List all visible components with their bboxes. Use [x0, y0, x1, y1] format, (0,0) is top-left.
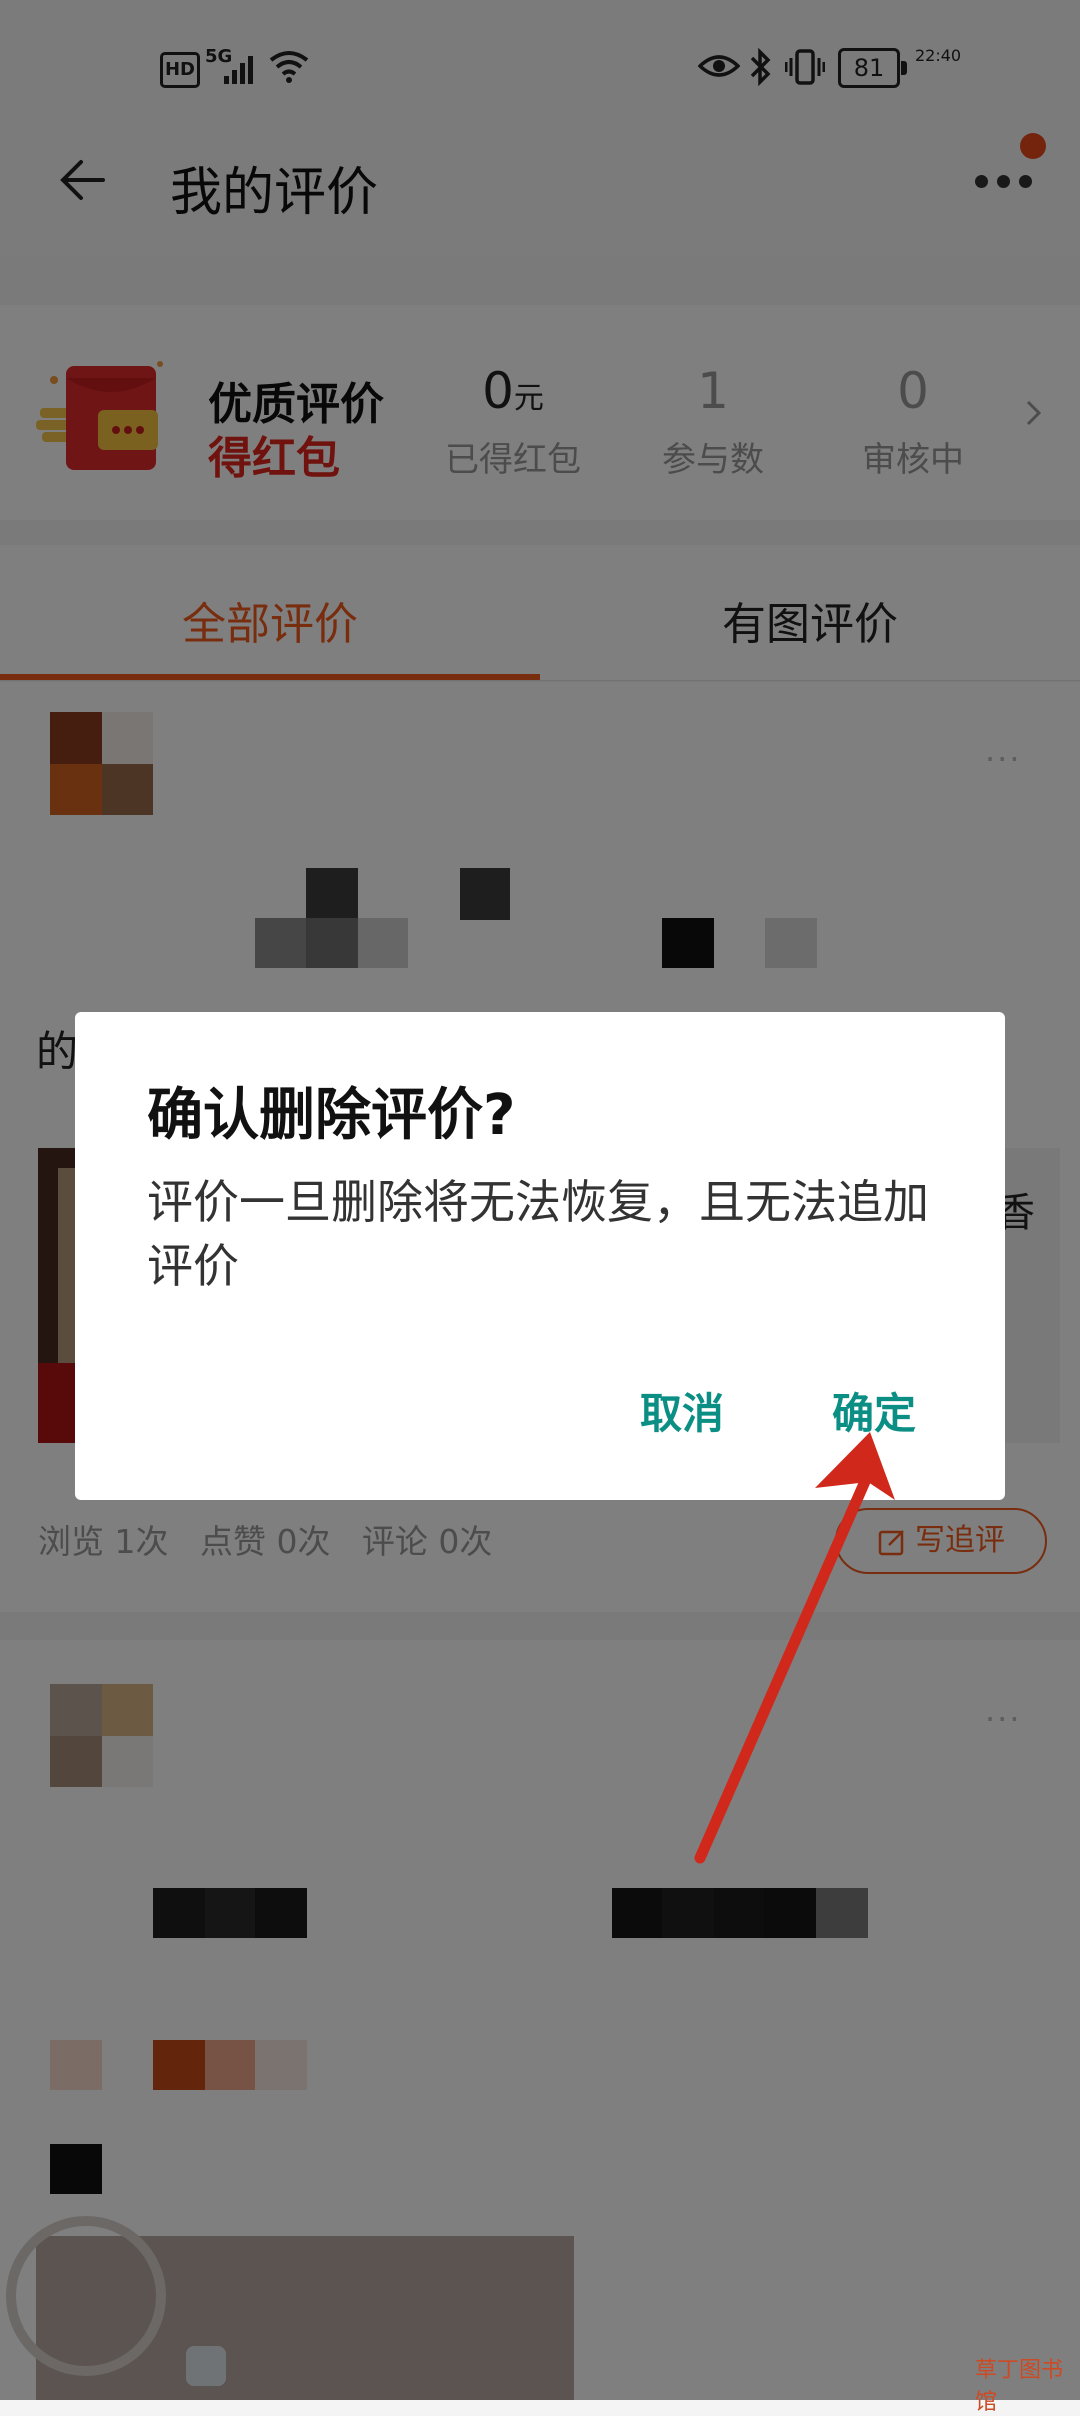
watermark: 草丁图书馆 — [975, 2358, 1064, 2415]
cancel-button[interactable]: 取消 — [640, 1380, 724, 1441]
confirm-button[interactable]: 确定 — [832, 1380, 916, 1441]
dialog-title: 确认删除评价? — [147, 1083, 516, 1148]
dialog-message: 评价一旦删除将无法恢复，且无法追加评价 — [147, 1175, 929, 1293]
